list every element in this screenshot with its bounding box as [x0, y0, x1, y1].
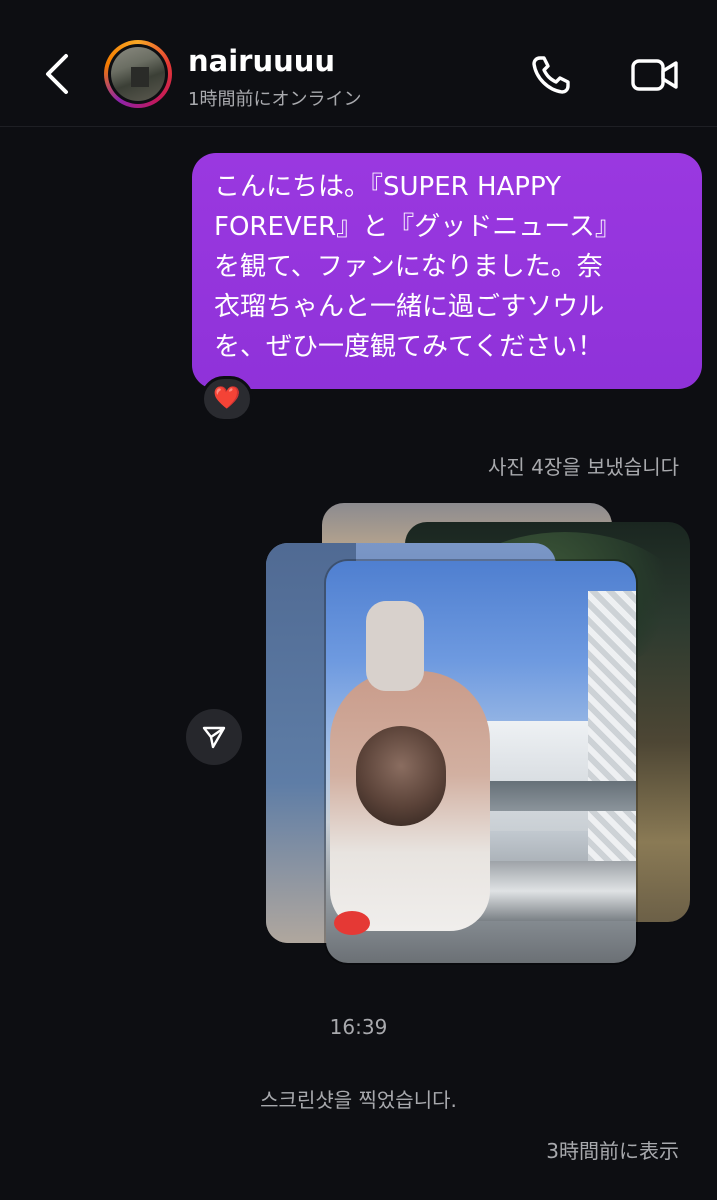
heart-reaction[interactable]: ❤️: [201, 376, 253, 422]
video-camera-icon: [631, 59, 678, 91]
screenshot-notice: 스크린샷을 찍었습니다.: [260, 1088, 457, 1112]
outgoing-message-bubble[interactable]: こんにちは。『SUPER HAPPY FOREVER』と『グッドニュース』 を観…: [192, 153, 702, 389]
online-status: 1時間前にオンライン: [188, 89, 362, 110]
photo-thumbnail[interactable]: [326, 561, 636, 963]
avatar[interactable]: [104, 40, 172, 108]
video-call-button[interactable]: [630, 56, 680, 94]
photos-sent-note: 사진 4장을 보냈습니다: [487, 455, 679, 479]
phone-icon: [532, 56, 570, 94]
share-button[interactable]: [186, 709, 242, 765]
chat-header: nairuuuu 1時間前にオンライン: [0, 0, 717, 127]
username[interactable]: nairuuuu: [188, 44, 335, 78]
seen-status: 3時間前に表示: [546, 1139, 679, 1163]
chevron-left-icon: [46, 54, 68, 94]
back-button[interactable]: [38, 50, 78, 98]
message-timestamp: 16:39: [329, 1015, 388, 1039]
call-button[interactable]: [530, 54, 574, 96]
share-paper-plane-icon: [202, 726, 226, 749]
avatar-image: [111, 47, 165, 101]
